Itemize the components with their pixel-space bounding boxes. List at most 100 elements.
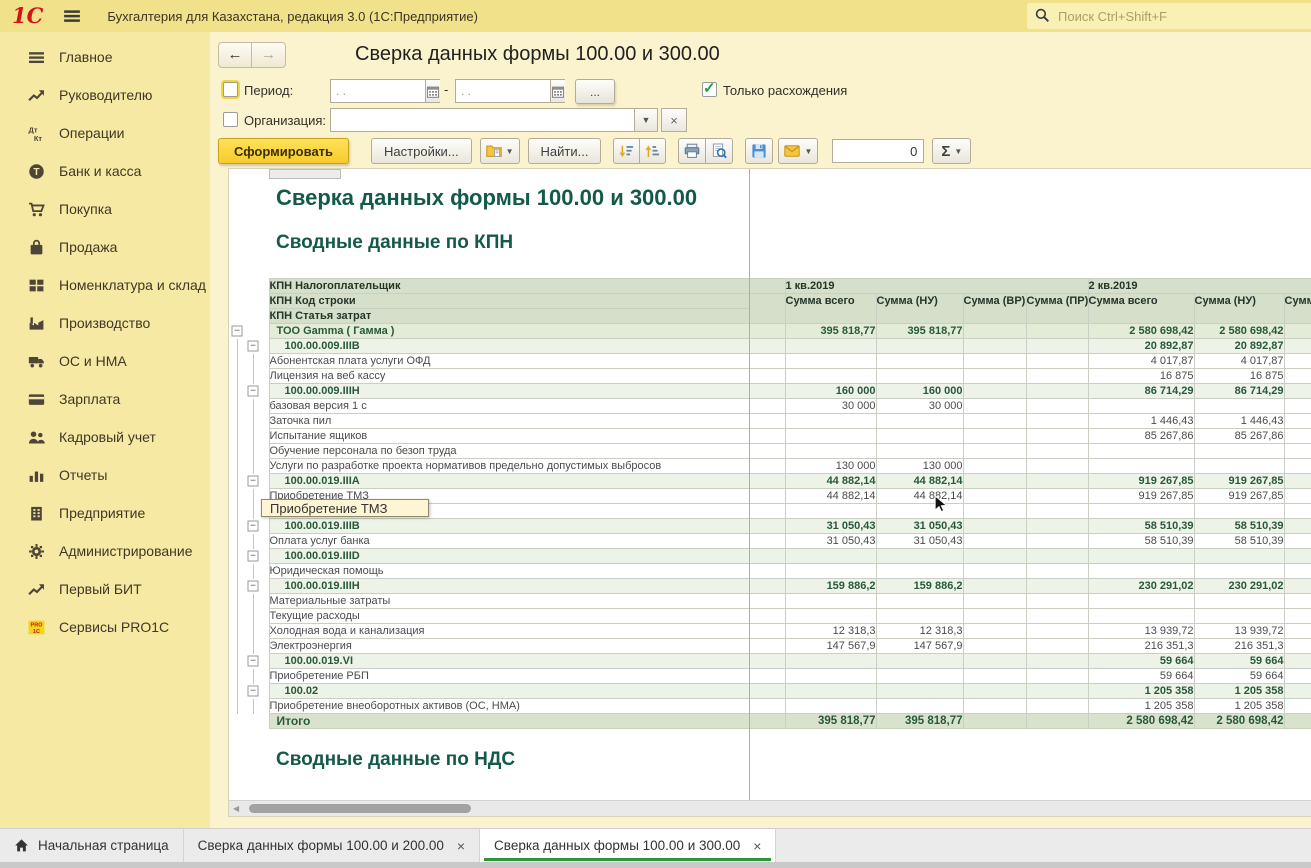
report-row[interactable]: Обучение персонала по безоп труда [229,444,1311,459]
sidebar-item-12[interactable]: Предприятие [0,494,210,532]
period-from-calendar-button[interactable] [425,80,440,102]
collapse-group-button[interactable]: − [248,521,259,532]
report-row[interactable]: Абонентская плата услуги ОФД4 017,874 01… [229,354,1311,369]
sidebar-item-1[interactable]: Руководителю [0,76,210,114]
row-value: 31 050,43 [785,519,876,534]
organization-input[interactable] [331,109,634,131]
row-value [876,669,963,684]
sidebar-item-2[interactable]: ДтКтОперации [0,114,210,152]
row-value: 230 291,02 [1088,579,1194,594]
tab-close-icon[interactable]: × [753,838,761,854]
sidebar-item-7[interactable]: Производство [0,304,210,342]
report-row[interactable]: −100.00.009.IIIH160 000160 00086 714,298… [229,384,1311,399]
report-row[interactable]: −100.00.019.IIIH159 886,2159 886,2230 29… [229,579,1311,594]
send-mail-button[interactable]: ▼ [778,138,818,164]
period-from-input[interactable] [331,80,425,102]
autosum-button[interactable]: Σ▼ [932,138,971,164]
report-row[interactable]: Приобретение внеоборотных активов (ОС, Н… [229,699,1311,714]
collapse-group-button[interactable]: − [248,686,259,697]
row-value: 2 580 698,42 [1088,324,1194,339]
print-button[interactable] [678,138,706,164]
sidebar-item-6[interactable]: Номенклатура и склад [0,266,210,304]
report-row[interactable]: Юридическая помощь [229,564,1311,579]
print-preview-button[interactable] [706,138,733,164]
report-row[interactable]: −100.021 205 3581 205 358 [229,684,1311,699]
tree-line [253,504,254,519]
sidebar-item-14[interactable]: Первый БИТ [0,570,210,608]
organization-checkbox[interactable] [223,112,238,127]
sidebar-item-8[interactable]: ОС и НМА [0,342,210,380]
only-differences-checkbox[interactable] [702,82,717,97]
save-button[interactable] [745,138,773,164]
back-button[interactable]: ← [218,42,252,68]
sidebar-item-4[interactable]: Покупка [0,190,210,228]
collapse-group-button[interactable]: − [248,476,259,487]
tree-line [253,429,254,444]
row-label: 100.00.019.IIIB [269,519,749,534]
collapse-group-button[interactable]: − [248,656,259,667]
report-row[interactable]: −100.00.019.IIID [229,549,1311,564]
sidebar-item-3[interactable]: ТБанк и касса [0,152,210,190]
report-row[interactable]: Лицензия на веб кассу16 87516 875 [229,369,1311,384]
window-tab-1[interactable]: Сверка данных формы 100.00 и 200.00× [184,829,480,862]
horizontal-scrollbar[interactable]: ◀ [229,800,1311,816]
report-row[interactable]: −100.00.019.IIIA44 882,1444 882,14919 26… [229,474,1311,489]
report-row[interactable]: −100.00.019.IIIB31 050,4331 050,4358 510… [229,519,1311,534]
generate-button[interactable]: Сформировать [218,138,349,164]
sidebar-item-0[interactable]: Главное [0,38,210,76]
tree-line [237,594,238,609]
collapse-group-button[interactable]: − [248,341,259,352]
sidebar-item-13[interactable]: Администрирование [0,532,210,570]
report-row[interactable]: −100.00.009.IIIB20 892,8720 892,87 [229,339,1311,354]
expand-groups-button[interactable] [640,138,666,164]
organization-clear-button[interactable]: × [661,108,687,132]
row-value [963,714,1026,729]
tab-close-icon[interactable]: × [457,838,465,854]
window-tab-0[interactable]: Начальная страница [0,829,184,862]
row-value: 20 892,87 [1194,339,1284,354]
report-row[interactable]: Материальные затраты [229,594,1311,609]
sidebar-item-11[interactable]: Отчеты [0,456,210,494]
sidebar-item-10[interactable]: Кадровый учет [0,418,210,456]
settings-button[interactable]: Настройки... [371,138,472,164]
tree-line [253,609,254,624]
collapse-group-button[interactable]: − [248,551,259,562]
collapse-groups-button[interactable] [613,138,640,164]
row-value [963,534,1026,549]
sidebar-item-5[interactable]: Продажа [0,228,210,266]
period-checkbox[interactable] [223,82,238,97]
report-row[interactable]: Испытание ящиков85 267,8685 267,86 [229,429,1311,444]
sidebar-item-9[interactable]: Зарплата [0,380,210,418]
main-menu-button[interactable] [63,7,81,25]
report-row[interactable]: Приобретение РБП59 66459 664 [229,669,1311,684]
forward-button[interactable]: → [252,42,286,68]
report-row[interactable]: Текущие расходы [229,609,1311,624]
row-value: 130 000 [876,459,963,474]
organization-dropdown-button[interactable]: ▼ [634,109,657,131]
find-button[interactable]: Найти... [528,138,602,164]
report-variants-button[interactable]: ▼ [480,138,520,164]
report-row[interactable]: Холодная вода и канализация12 318,312 31… [229,624,1311,639]
search-input[interactable] [1056,8,1311,25]
report-row[interactable]: Услуги по разработке проекта нормативов … [229,459,1311,474]
report-row[interactable]: базовая версия 1 с30 00030 000 [229,399,1311,414]
scrollbar-thumb[interactable] [249,804,471,813]
sum-value-field[interactable] [832,139,924,163]
report-row[interactable]: −100.00.019.VI59 66459 664 [229,654,1311,669]
report-row[interactable]: Электроэнергия147 567,9147 567,9216 351,… [229,639,1311,654]
report-row[interactable]: Заточка пил1 446,431 446,43 [229,414,1311,429]
scroll-left-arrow-icon[interactable]: ◀ [233,804,239,813]
collapse-group-button[interactable]: − [248,581,259,592]
period-to-calendar-button[interactable] [550,80,565,102]
row-label: Лицензия на веб кассу [269,369,749,384]
row-value: 230 291,02 [1194,579,1284,594]
report-row[interactable]: Оплата услуг банка31 050,4331 050,4358 5… [229,534,1311,549]
period-more-button[interactable]: ... [575,79,615,104]
collapse-group-button[interactable]: − [232,326,243,337]
period-to-input[interactable] [456,80,550,102]
window-tab-2[interactable]: Сверка данных формы 100.00 и 300.00× [480,829,776,862]
report-row[interactable]: Итого395 818,77395 818,772 580 698,422 5… [229,714,1311,729]
sidebar-item-15[interactable]: PRO1CСервисы PRO1C [0,608,210,646]
collapse-group-button[interactable]: − [248,386,259,397]
report-row[interactable]: −ТОО Gamma ( Гамма )395 818,77395 818,77… [229,324,1311,339]
